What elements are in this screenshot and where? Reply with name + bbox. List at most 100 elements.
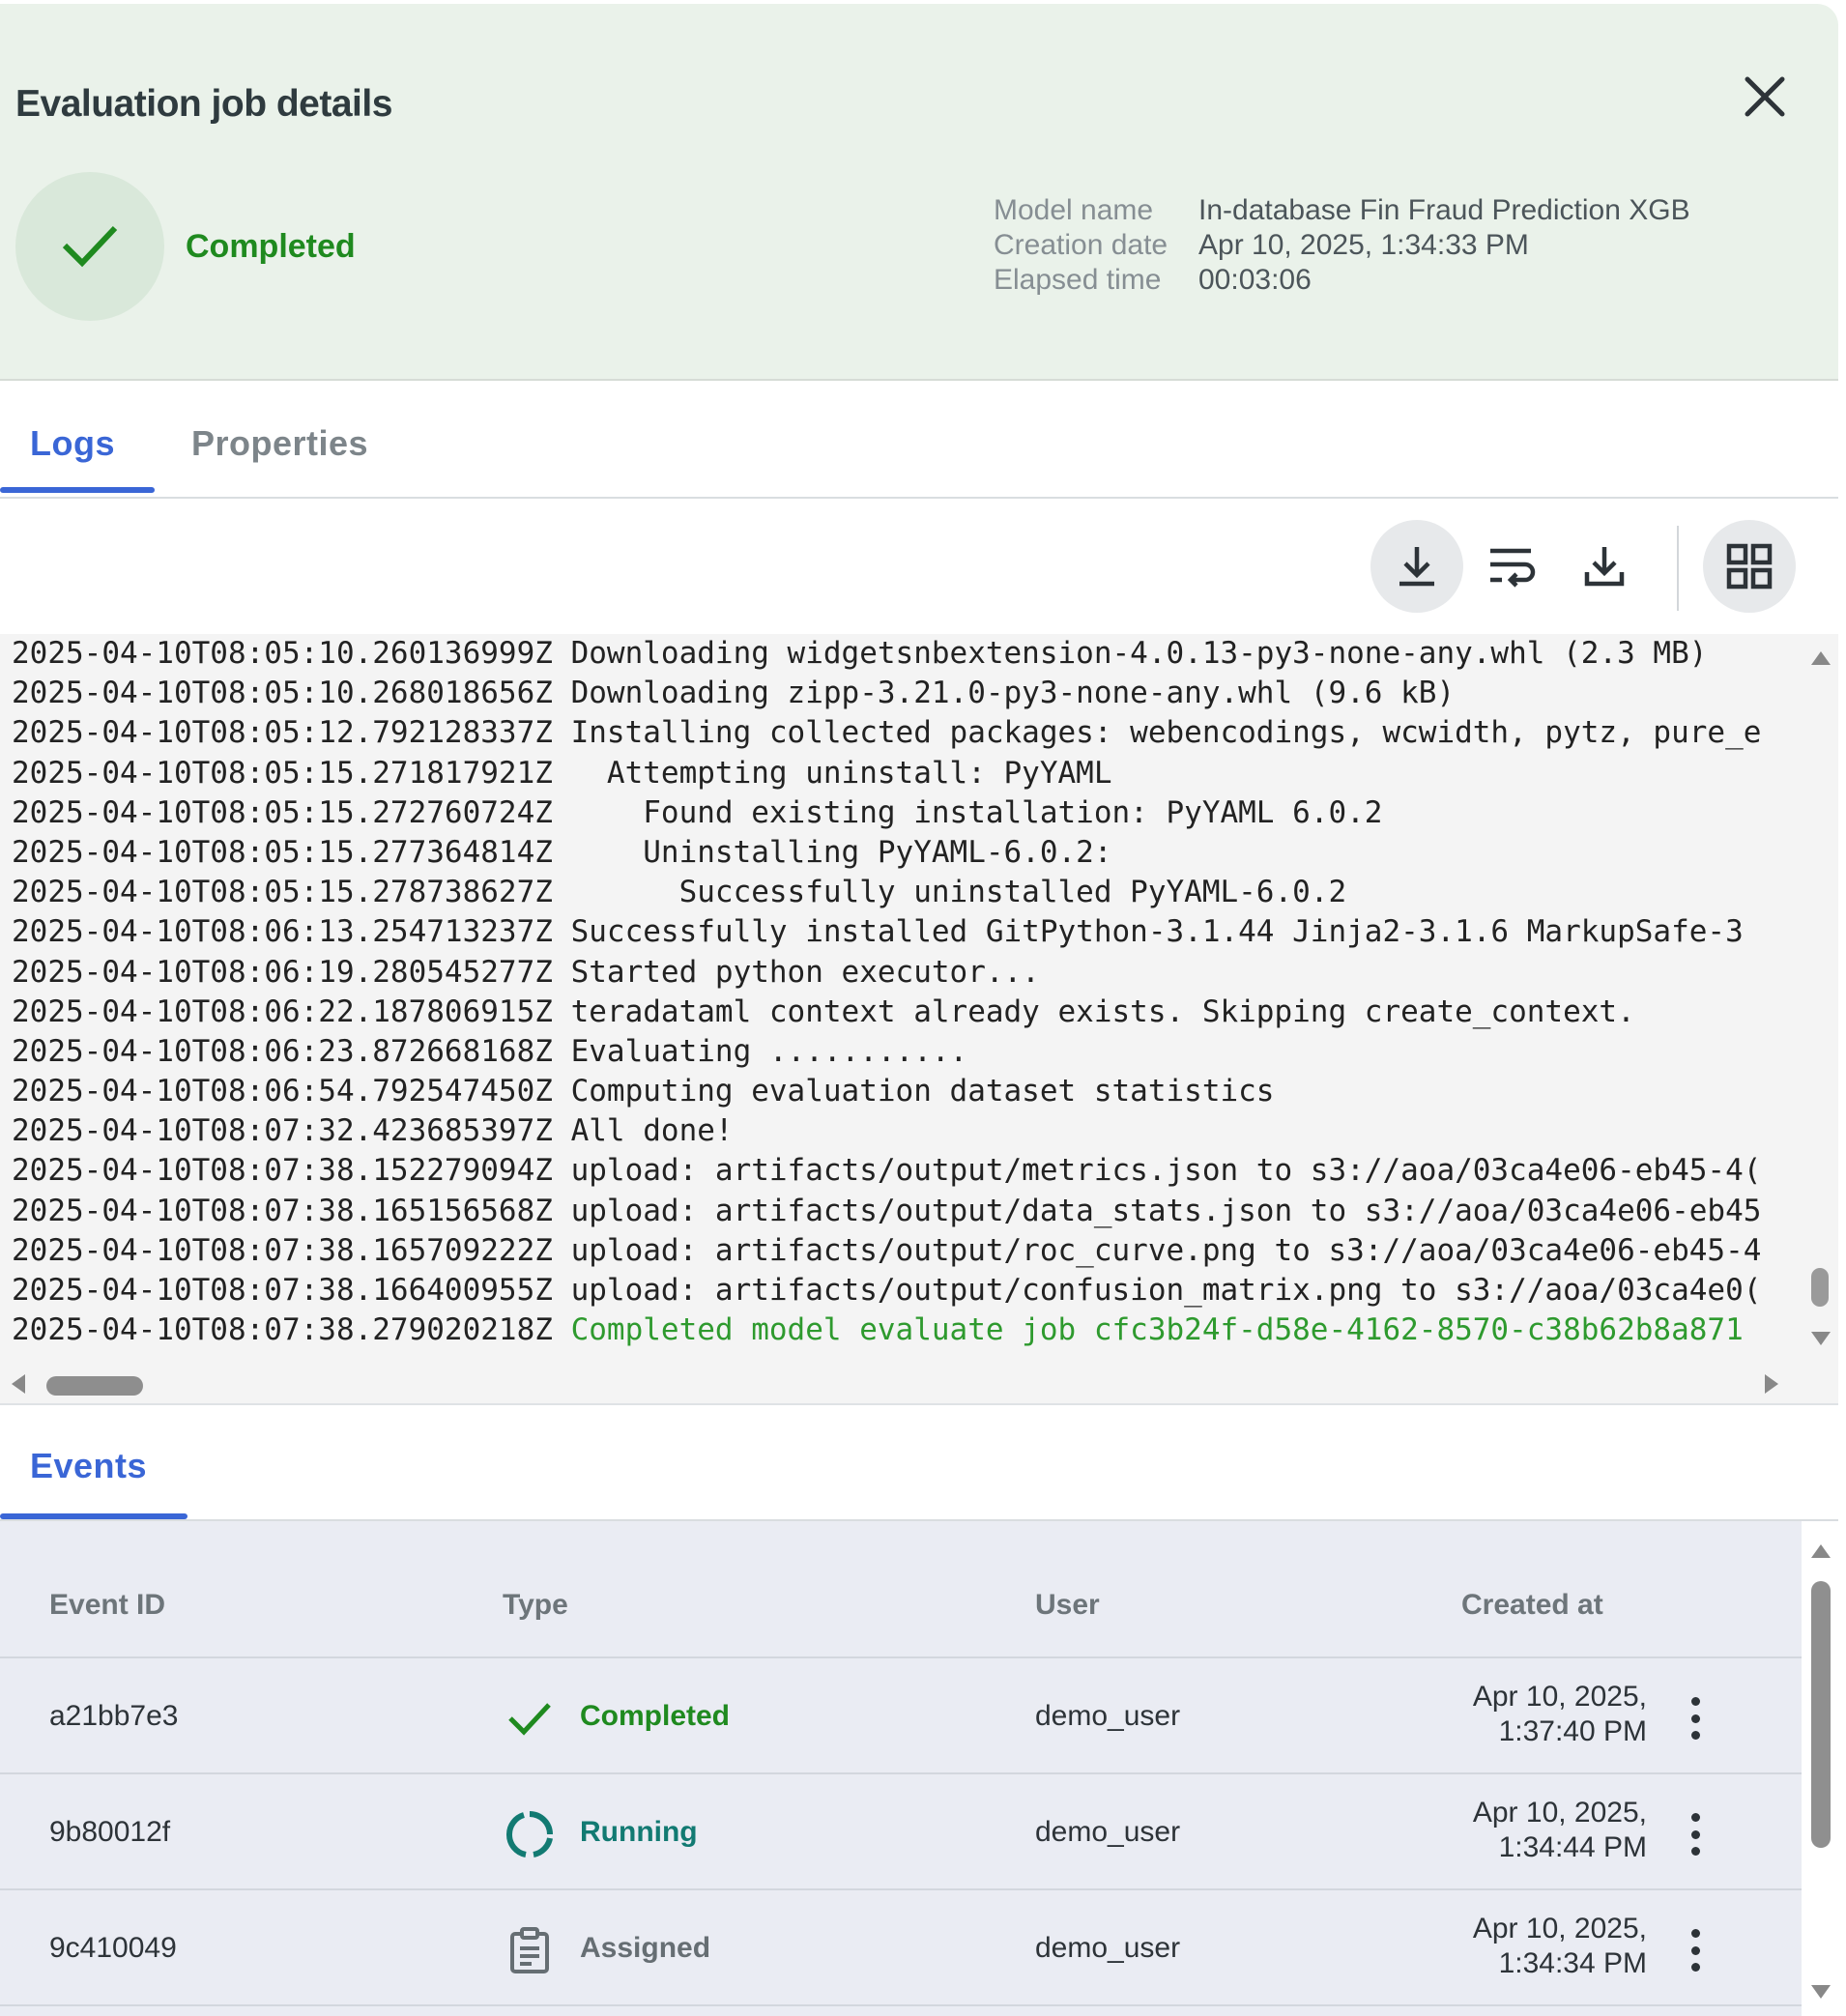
table-row[interactable]: 9c410049 Assigned demo_user Apr 10, 2025… xyxy=(0,1890,1802,2006)
detail-tabs: Logs Properties xyxy=(0,381,1838,499)
log-viewer[interactable]: 2025-04-10T08:05:10.260136999Z Downloadi… xyxy=(0,634,1838,1403)
event-type: Running xyxy=(580,1816,698,1848)
kebab-dot xyxy=(1690,1847,1700,1856)
event-id: 9b80012f xyxy=(49,1816,171,1848)
log-toolbar xyxy=(0,499,1838,634)
log-message: Successfully installed GitPython-3.1.44 … xyxy=(570,914,1744,950)
kebab-dot xyxy=(1690,1829,1700,1839)
event-created-at: Apr 10, 2025, 1:37:40 PM xyxy=(1353,1680,1647,1749)
tab-properties[interactable]: Properties xyxy=(191,423,368,464)
job-metadata: Model name In-database Fin Fraud Predict… xyxy=(994,193,1690,298)
event-type: Completed xyxy=(580,1700,731,1732)
event-time: 1:37:40 PM xyxy=(1498,1715,1647,1747)
meta-row-model-name: Model name In-database Fin Fraud Predict… xyxy=(994,193,1690,228)
log-line: 2025-04-10T08:07:32.423685397Z All done! xyxy=(12,1111,1800,1151)
column-header-created-at[interactable]: Created at xyxy=(1461,1589,1603,1622)
log-line: 2025-04-10T08:05:10.260136999Z Downloadi… xyxy=(12,634,1800,674)
scroll-left-arrow[interactable] xyxy=(12,1374,25,1394)
kebab-dot xyxy=(1690,1813,1700,1822)
log-message: Installing collected packages: webencodi… xyxy=(570,715,1762,751)
log-timestamp: 2025-04-10T08:06:19.280545277Z xyxy=(12,954,553,990)
column-header-type[interactable]: Type xyxy=(503,1589,568,1622)
wrap-text-button[interactable] xyxy=(1465,520,1558,613)
scroll-up-arrow[interactable] xyxy=(1811,1544,1831,1558)
log-message: upload: artifacts/output/confusion_matri… xyxy=(570,1273,1762,1308)
scrollbar-thumb[interactable] xyxy=(1811,1581,1831,1848)
download-button[interactable] xyxy=(1558,520,1651,613)
log-line: 2025-04-10T08:05:15.272760724Z Found exi… xyxy=(12,793,1800,833)
scrollbar-thumb[interactable] xyxy=(46,1376,143,1396)
meta-value: 00:03:06 xyxy=(1198,264,1312,296)
log-line: 2025-04-10T08:06:22.187806915Z teradatam… xyxy=(12,993,1800,1032)
toolbar-divider xyxy=(1677,526,1679,611)
scroll-down-arrow[interactable] xyxy=(1811,1985,1831,1999)
log-vertical-scrollbar[interactable] xyxy=(1802,634,1838,1365)
log-message: upload: artifacts/output/metrics.json to… xyxy=(570,1153,1762,1189)
row-actions-button[interactable] xyxy=(1678,1923,1713,1977)
meta-row-elapsed-time: Elapsed time 00:03:06 xyxy=(994,263,1690,298)
kebab-dot xyxy=(1690,1945,1700,1955)
log-line: 2025-04-10T08:05:15.277364814Z Uninstall… xyxy=(12,833,1800,873)
tab-events[interactable]: Events xyxy=(30,1446,147,1486)
column-header-event-id[interactable]: Event ID xyxy=(49,1589,165,1622)
event-date: Apr 10, 2025, xyxy=(1472,1681,1647,1713)
log-message: Computing evaluation dataset statistics xyxy=(570,1074,1275,1109)
event-time: 1:34:34 PM xyxy=(1498,1947,1647,1979)
download-icon xyxy=(1399,547,1434,587)
log-message: Uninstalling PyYAML-6.0.2: xyxy=(570,834,1112,870)
check-icon xyxy=(508,1703,551,1736)
event-id: 9c410049 xyxy=(49,1932,177,1964)
log-line: 2025-04-10T08:05:15.271817921Z Attemptin… xyxy=(12,754,1800,793)
download-logs-button[interactable] xyxy=(1370,520,1463,613)
log-horizontal-scrollbar[interactable] xyxy=(0,1365,1802,1403)
log-lines: 2025-04-10T08:05:10.260136999Z Downloadi… xyxy=(12,634,1800,1365)
row-actions-button[interactable] xyxy=(1678,1691,1713,1745)
events-vertical-scrollbar[interactable] xyxy=(1802,1521,1838,2016)
event-created-at: Apr 10, 2025, 1:34:34 PM xyxy=(1353,1912,1647,1981)
table-row[interactable]: 9b80012f Running demo_user Apr 10, 2025,… xyxy=(0,1774,1802,1890)
tab-logs[interactable]: Logs xyxy=(30,423,115,464)
row-actions-button[interactable] xyxy=(1678,1807,1713,1861)
status-indicator xyxy=(15,172,164,321)
log-line: 2025-04-10T08:07:38.279020218Z Completed… xyxy=(12,1310,1800,1350)
log-timestamp: 2025-04-10T08:05:10.268018656Z xyxy=(12,676,553,711)
log-timestamp: 2025-04-10T08:05:15.272760724Z xyxy=(12,794,553,830)
grid-view-icon xyxy=(1726,543,1773,590)
log-timestamp: 2025-04-10T08:07:38.165709222Z xyxy=(12,1232,553,1268)
log-line: 2025-04-10T08:06:19.280545277Z Started p… xyxy=(12,953,1800,993)
kebab-dot xyxy=(1690,1731,1700,1740)
log-timestamp: 2025-04-10T08:05:15.278738627Z xyxy=(12,875,553,910)
log-message: All done! xyxy=(570,1113,734,1149)
scrollbar-thumb[interactable] xyxy=(1811,1268,1829,1307)
event-type: Assigned xyxy=(580,1932,711,1964)
log-line: 2025-04-10T08:06:13.254713237Z Successfu… xyxy=(12,912,1800,952)
log-timestamp: 2025-04-10T08:06:22.187806915Z xyxy=(12,994,553,1029)
column-header-user[interactable]: User xyxy=(1035,1589,1100,1622)
log-timestamp: 2025-04-10T08:07:38.166400955Z xyxy=(12,1273,553,1308)
kebab-dot xyxy=(1690,1697,1700,1706)
event-created-at: Apr 10, 2025, 1:34:44 PM xyxy=(1353,1796,1647,1865)
log-message: teradataml context already exists. Skipp… xyxy=(570,994,1635,1029)
log-message: upload: artifacts/output/roc_curve.png t… xyxy=(570,1232,1762,1268)
event-time: 1:34:44 PM xyxy=(1498,1831,1647,1863)
event-user: demo_user xyxy=(1035,1816,1181,1848)
scroll-up-arrow[interactable] xyxy=(1811,651,1831,665)
meta-key: Elapsed time xyxy=(994,264,1162,296)
running-icon xyxy=(505,1811,553,1858)
log-timestamp: 2025-04-10T08:05:15.277364814Z xyxy=(12,834,553,870)
meta-row-creation-date: Creation date Apr 10, 2025, 1:34:33 PM xyxy=(994,228,1690,263)
job-header: Evaluation job details Completed Model n… xyxy=(0,4,1838,381)
event-user: demo_user xyxy=(1035,1700,1181,1732)
meta-key: Model name xyxy=(994,194,1154,226)
scroll-down-arrow[interactable] xyxy=(1811,1332,1831,1345)
log-timestamp: 2025-04-10T08:06:23.872668168Z xyxy=(12,1033,553,1069)
scroll-right-arrow[interactable] xyxy=(1765,1374,1778,1394)
grid-view-button[interactable] xyxy=(1703,520,1796,613)
meta-value: In-database Fin Fraud Prediction XGB xyxy=(1198,194,1690,226)
log-message: Attempting uninstall: PyYAML xyxy=(570,755,1112,791)
close-button[interactable] xyxy=(1740,72,1790,122)
log-line: 2025-04-10T08:07:38.152279094Z upload: a… xyxy=(12,1151,1800,1191)
log-timestamp: 2025-04-10T08:07:32.423685397Z xyxy=(12,1113,553,1149)
table-row[interactable]: a21bb7e3 Completed demo_user Apr 10, 202… xyxy=(0,1658,1802,1774)
log-line: 2025-04-10T08:05:15.278738627Z Successfu… xyxy=(12,873,1800,912)
